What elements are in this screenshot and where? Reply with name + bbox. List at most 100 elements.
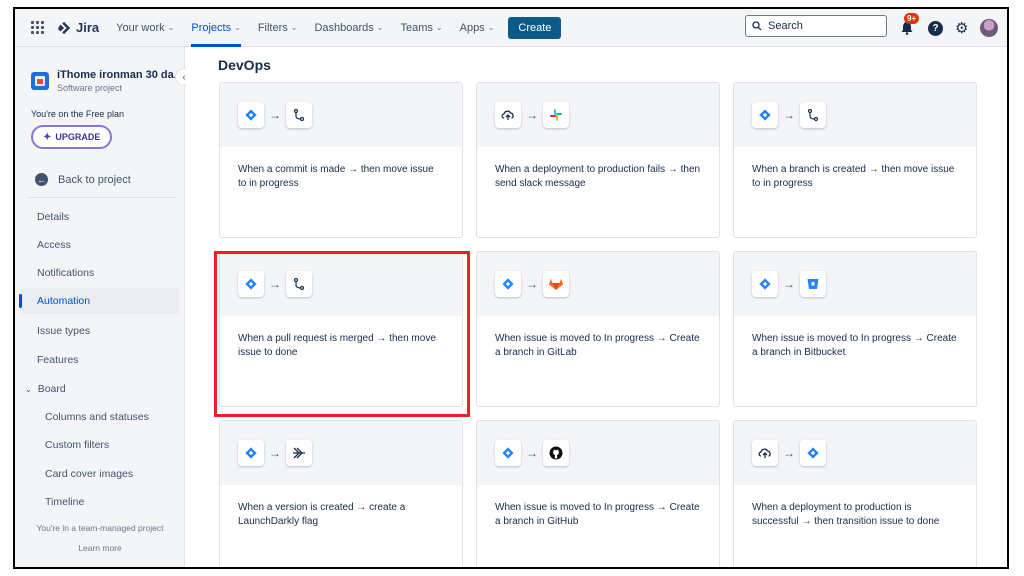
upgrade-button[interactable]: ✦ UPGRADE bbox=[31, 125, 113, 149]
sidebar-item-board[interactable]: ⌄ Board bbox=[21, 376, 179, 402]
automation-templates-panel: DevOps → When a commit is made → then mo… bbox=[186, 47, 1007, 567]
chevron-down-icon: ⌄ bbox=[234, 23, 241, 32]
sidebar-item-custom-filters[interactable]: Custom filters bbox=[21, 432, 179, 458]
top-navigation: Jira Your work ⌄ Projects ⌄ Filters ⌄ Dashb… bbox=[15, 9, 1007, 47]
search-placeholder: Search bbox=[768, 20, 803, 32]
top-right-actions: 9+ ? ⚙ bbox=[898, 9, 999, 47]
app-switcher-icon[interactable] bbox=[31, 20, 45, 35]
nav-filters[interactable]: Filters ⌄ bbox=[258, 9, 298, 47]
sidebar-item-timeline[interactable]: Timeline bbox=[21, 489, 179, 515]
cloud-upload-icon bbox=[752, 440, 778, 466]
sidebar-item-notifications[interactable]: Notifications bbox=[21, 260, 179, 286]
rule-template-card[interactable]: → When a deployment to production is suc… bbox=[733, 420, 977, 567]
jira-diamond-icon bbox=[800, 440, 826, 466]
sidebar-item-features[interactable]: Features bbox=[21, 347, 179, 373]
chevron-down-icon: ⌄ bbox=[290, 23, 298, 32]
card-icon-row: → bbox=[477, 252, 719, 316]
project-avatar-icon bbox=[31, 72, 49, 90]
user-avatar[interactable] bbox=[980, 19, 999, 37]
chevron-down-icon: ⌄ bbox=[167, 23, 175, 32]
jira-logo[interactable]: Jira bbox=[57, 20, 99, 35]
rule-template-card[interactable]: → When a deployment to production fails … bbox=[476, 82, 720, 238]
rule-template-card[interactable]: → When a pull request is merged → then m… bbox=[219, 251, 463, 407]
launchdarkly-icon bbox=[286, 440, 312, 466]
project-name: iThome ironman 30 da... bbox=[57, 69, 183, 81]
back-to-project-label: Back to project bbox=[58, 173, 131, 186]
card-icon-row: → bbox=[734, 83, 976, 147]
nav-dashboards[interactable]: Dashboards ⌄ bbox=[314, 9, 383, 47]
arrow-right-icon: → bbox=[526, 277, 538, 291]
card-description: When a branch is created → then move iss… bbox=[752, 164, 955, 189]
chevron-down-icon: ⌄ bbox=[487, 23, 495, 32]
nav-your-work-label: Your work bbox=[116, 21, 165, 34]
gitlab-icon bbox=[543, 271, 569, 297]
sidebar-divider bbox=[27, 197, 177, 198]
bitbucket-icon bbox=[800, 271, 826, 297]
jira-diamond-icon bbox=[238, 102, 264, 128]
browser-frame: Jira Your work ⌄ Projects ⌄ Filters ⌄ Dashb… bbox=[13, 7, 1009, 569]
upgrade-label: UPGRADE bbox=[55, 132, 101, 142]
sidebar-item-issue-types[interactable]: Issue types bbox=[21, 318, 179, 344]
project-type: Software project bbox=[57, 83, 123, 93]
rule-template-card[interactable]: → When a branch is created → then move i… bbox=[733, 82, 977, 238]
search-input[interactable]: Search bbox=[745, 15, 887, 37]
chevron-down-icon: ⌄ bbox=[25, 384, 32, 394]
nav-projects-label: Projects bbox=[191, 21, 232, 34]
arrow-right-icon: → bbox=[783, 108, 795, 122]
rule-template-card[interactable]: → When a version is created → create a L… bbox=[219, 420, 463, 567]
notifications-bell-icon[interactable]: 9+ bbox=[898, 13, 920, 37]
nav-filters-label: Filters bbox=[257, 21, 288, 34]
card-description: When a deployment to production fails → … bbox=[495, 164, 701, 189]
card-icon-row: → bbox=[220, 421, 462, 485]
jira-diamond-icon bbox=[495, 440, 521, 466]
sidebar-item-columns-and-statuses[interactable]: Columns and statuses bbox=[21, 404, 179, 430]
branch-icon bbox=[286, 102, 312, 128]
card-description: When a version is created → create a Lau… bbox=[238, 502, 406, 527]
arrow-left-icon: ← bbox=[35, 173, 48, 186]
card-description: When issue is moved to In progress → Cre… bbox=[752, 333, 957, 358]
project-header[interactable]: iThome ironman 30 da... Software project bbox=[31, 69, 183, 93]
team-managed-text: You're in a team-managed project bbox=[36, 523, 164, 533]
jira-diamond-icon bbox=[752, 102, 778, 128]
card-icon-row: → bbox=[734, 252, 976, 316]
branch-icon bbox=[800, 102, 826, 128]
arrow-right-icon: → bbox=[783, 277, 795, 291]
card-description: When issue is moved to In progress → Cre… bbox=[495, 333, 700, 358]
jira-logo-text: Jira bbox=[76, 20, 100, 35]
learn-more-link[interactable]: Learn more bbox=[15, 543, 185, 553]
card-description: When a pull request is merged → then mov… bbox=[238, 333, 436, 358]
create-button[interactable]: Create bbox=[508, 16, 562, 39]
search-icon bbox=[752, 21, 762, 31]
help-icon[interactable]: ? bbox=[928, 20, 943, 36]
card-icon-row: → bbox=[477, 83, 719, 147]
rule-template-card[interactable]: → When issue is moved to In progress → C… bbox=[733, 251, 977, 407]
sidebar-item-details[interactable]: Details bbox=[21, 204, 179, 230]
card-icon-row: → bbox=[220, 83, 462, 147]
sidebar-item-automation[interactable]: Automation bbox=[19, 288, 179, 314]
card-description: When a commit is made → then move issue … bbox=[238, 164, 434, 189]
settings-gear-icon[interactable]: ⚙ bbox=[955, 19, 968, 37]
slack-icon bbox=[543, 102, 569, 128]
arrow-right-icon: → bbox=[269, 446, 281, 460]
back-to-project-link[interactable]: ← Back to project bbox=[35, 173, 131, 186]
sidebar-item-access[interactable]: Access bbox=[21, 232, 179, 258]
arrow-right-icon: → bbox=[526, 446, 538, 460]
nav-projects[interactable]: Projects ⌄ bbox=[191, 9, 242, 47]
chevron-down-icon: ⌄ bbox=[435, 23, 443, 32]
sidebar-item-card-cover-images[interactable]: Card cover images bbox=[21, 461, 179, 487]
jira-diamond-icon bbox=[238, 440, 264, 466]
rule-template-card[interactable]: → When a commit is made → then move issu… bbox=[219, 82, 463, 238]
nav-teams[interactable]: Teams ⌄ bbox=[401, 9, 443, 47]
card-icon-row: → bbox=[734, 421, 976, 485]
cloud-upload-icon bbox=[495, 102, 521, 128]
sparkle-icon: ✦ bbox=[43, 131, 52, 143]
jira-diamond-icon bbox=[752, 271, 778, 297]
nav-apps[interactable]: Apps ⌄ bbox=[460, 9, 495, 47]
nav-your-work[interactable]: Your work ⌄ bbox=[116, 9, 174, 47]
rule-template-card[interactable]: → When issue is moved to In progress → C… bbox=[476, 420, 720, 567]
jira-diamond-icon bbox=[238, 271, 264, 297]
arrow-right-icon: → bbox=[526, 108, 538, 122]
section-title: DevOps bbox=[218, 57, 271, 73]
rule-template-card[interactable]: → When issue is moved to In progress → C… bbox=[476, 251, 720, 407]
notification-badge: 9+ bbox=[904, 13, 920, 24]
